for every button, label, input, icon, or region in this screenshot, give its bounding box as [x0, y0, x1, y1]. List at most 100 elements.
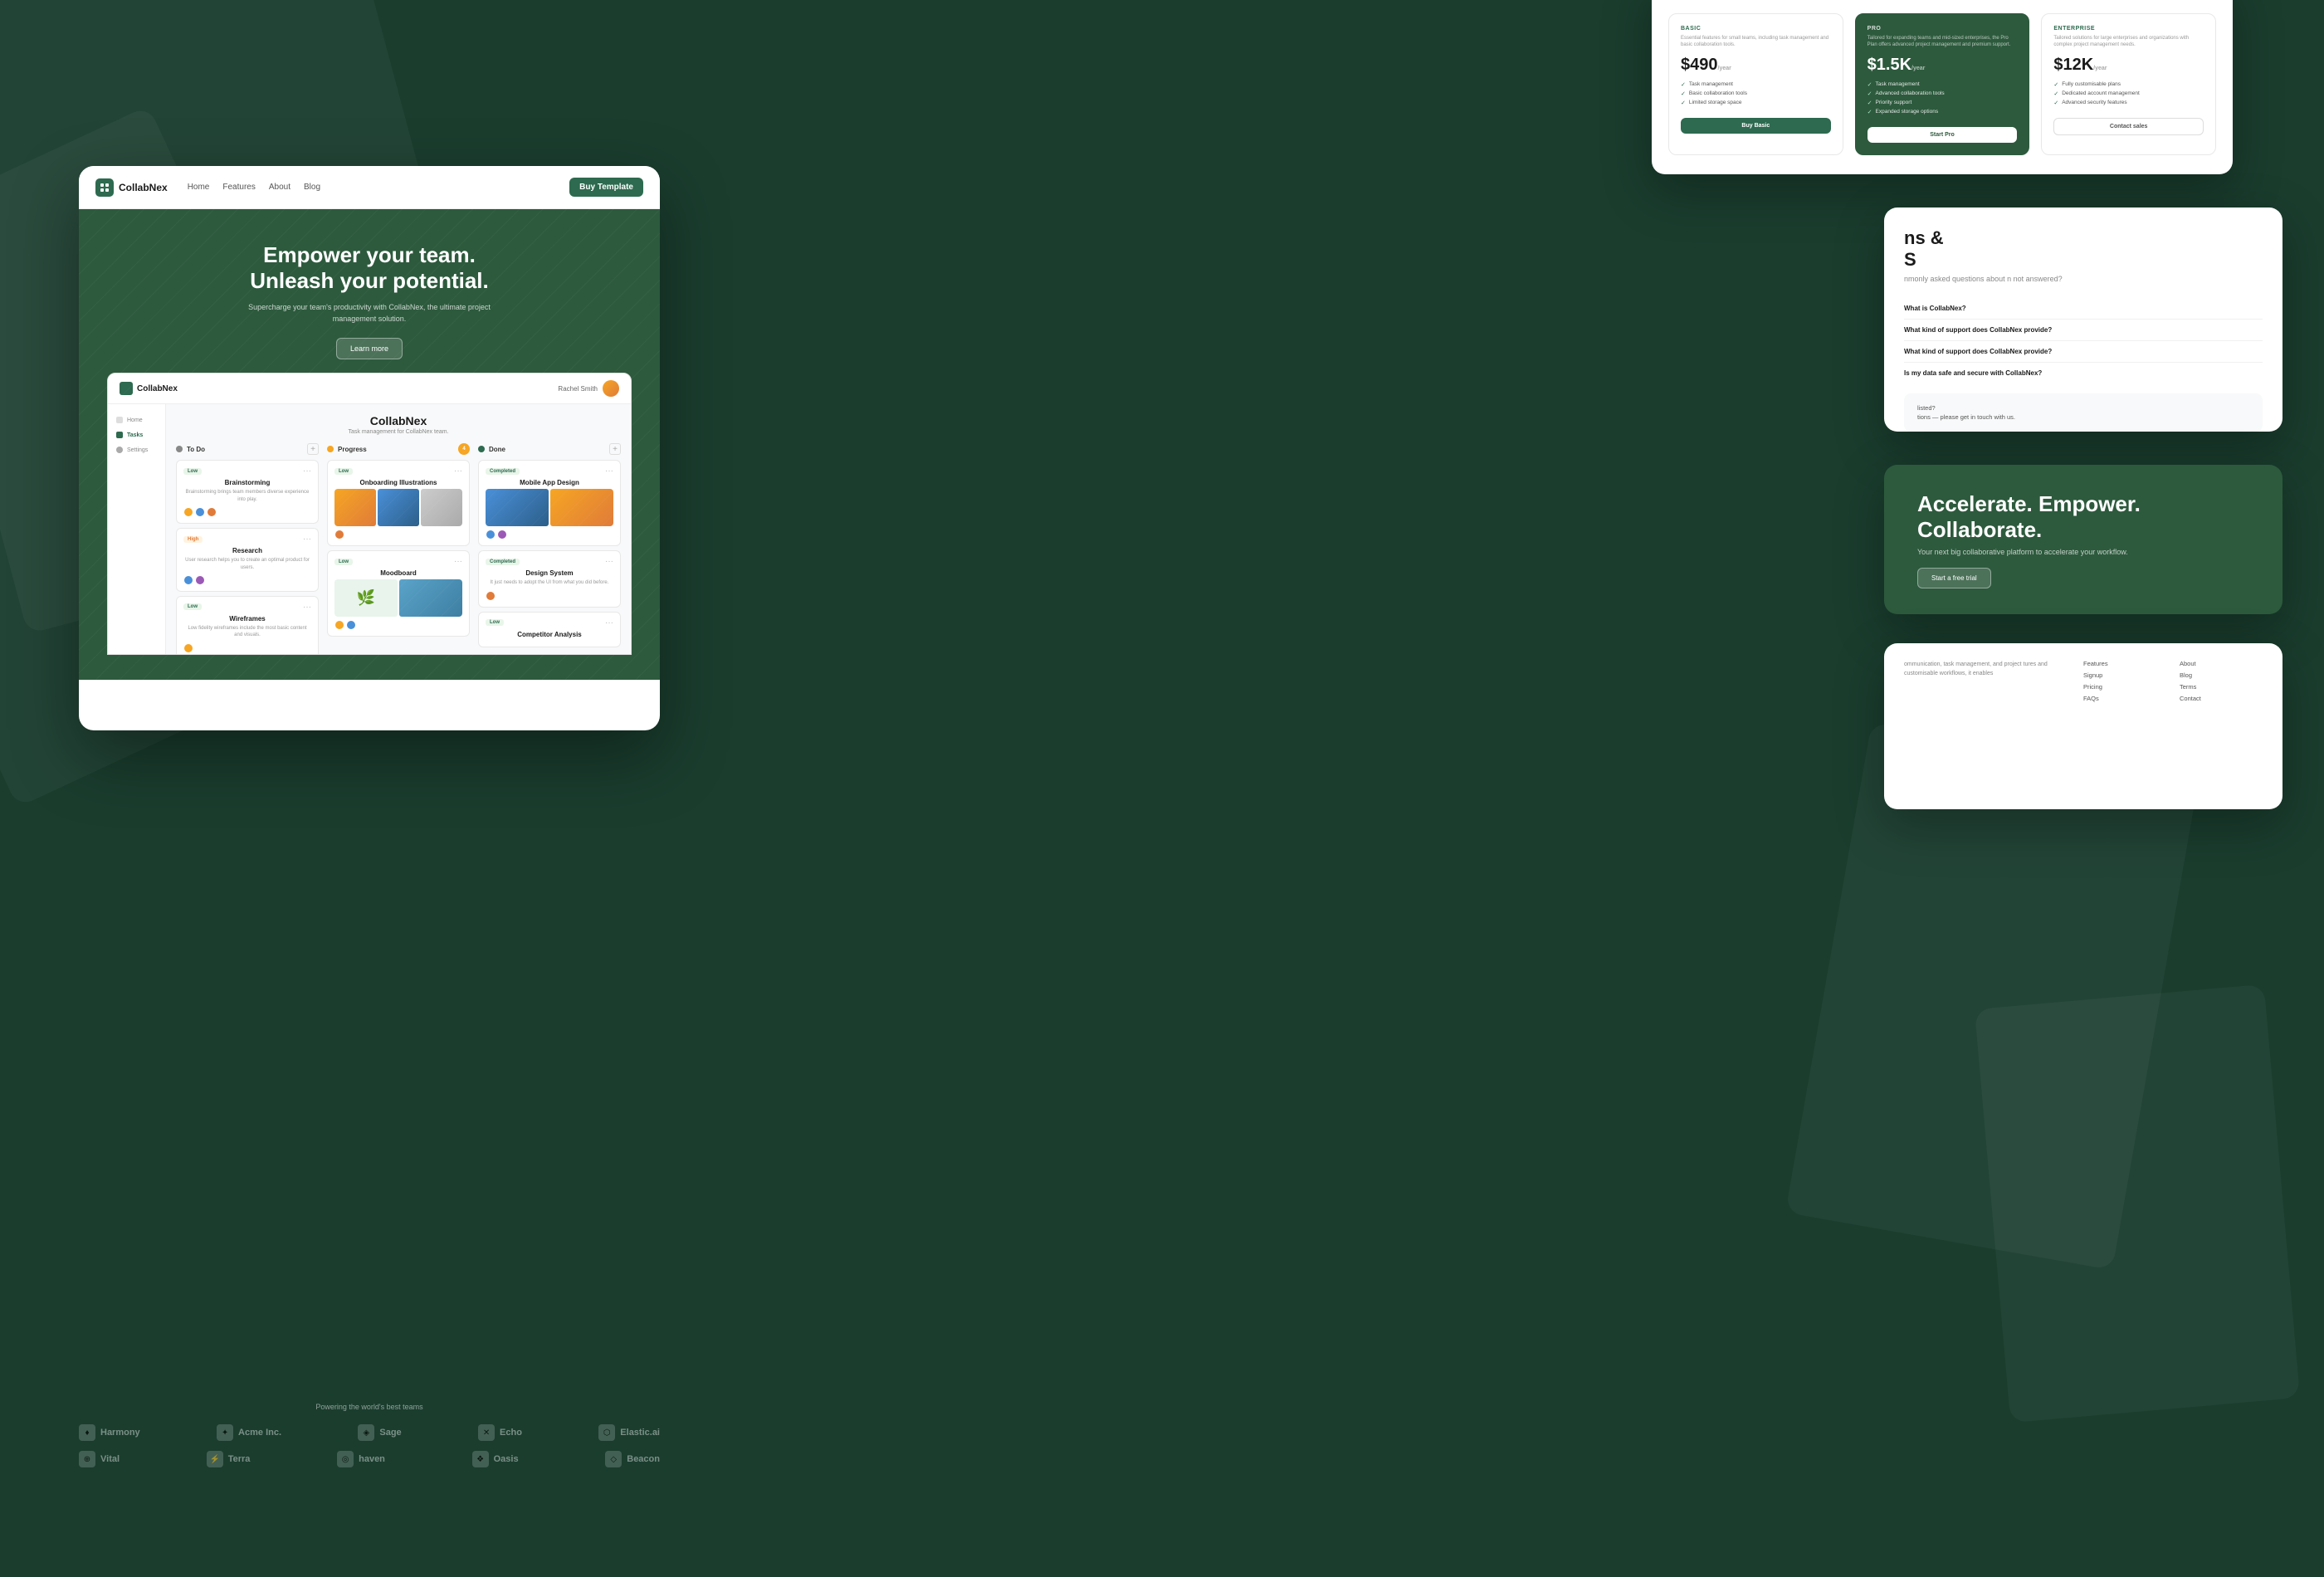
todo-card-3-header: Low ··· — [183, 603, 311, 612]
brand-sage: ◈ Sage — [358, 1424, 401, 1441]
nav-features[interactable]: Features — [222, 183, 255, 192]
todo-card-2-menu[interactable]: ··· — [303, 535, 311, 544]
kanban-board: To Do + Low ··· Brainstorming Brain — [176, 443, 621, 655]
todo-card-3: Low ··· Wireframes Low fidelity wirefram… — [176, 596, 319, 655]
progress-dot — [327, 446, 334, 452]
brand-beacon: ◇ Beacon — [605, 1451, 660, 1467]
footer-terms-link[interactable]: Terms — [2180, 683, 2263, 691]
done-card-2-menu[interactable]: ··· — [605, 557, 613, 566]
plan-enterprise-price: $12K/year — [2053, 56, 2204, 75]
progress-card-1-menu[interactable]: ··· — [454, 466, 462, 476]
progress-card-2-image: 🌿 — [334, 579, 462, 617]
faq-question-2[interactable]: What kind of support does CollabNex prov… — [1904, 326, 2263, 334]
img-part-2 — [399, 579, 462, 617]
plan-pro-label: Pro — [1868, 26, 2018, 32]
learn-more-button[interactable]: Learn more — [336, 338, 403, 359]
progress-card-2-header: Low ··· — [334, 557, 462, 566]
contact-sales-button[interactable]: Contact sales — [2053, 118, 2204, 135]
faq-item-3[interactable]: What kind of support does CollabNex prov… — [1904, 341, 2263, 363]
kanban-done: Done + Completed ··· Mobile App Design — [478, 443, 621, 655]
nav-home[interactable]: Home — [188, 183, 210, 192]
done-add-button[interactable]: + — [609, 443, 621, 455]
plan-pro: Pro Tailored for expanding teams and mid… — [1855, 13, 2030, 155]
img-part-2 — [378, 489, 419, 526]
app-main-content: CollabNex Task management for CollabNex … — [166, 404, 631, 655]
start-pro-button[interactable]: Start Pro — [1868, 127, 2018, 143]
brand-harmony: ♦ Harmony — [79, 1424, 140, 1441]
app-main-title: CollabNex — [176, 414, 621, 427]
sidebar-tasks[interactable]: Tasks — [108, 427, 165, 442]
avatar — [486, 530, 496, 540]
nav-about[interactable]: About — [269, 183, 290, 192]
haven-icon: ◎ — [337, 1451, 354, 1467]
plan-basic: Basic Essential features for small teams… — [1668, 13, 1843, 155]
avatar — [207, 507, 217, 517]
faq-question-4[interactable]: Is my data safe and secure with CollabNe… — [1904, 369, 2263, 377]
todo-card-1-title: Brainstorming — [183, 479, 311, 486]
sidebar-settings-icon — [116, 447, 123, 453]
pricing-card: Annual Monthly Basic Essential features … — [1652, 0, 2233, 174]
footer-columns: ommunication, task management, and proje… — [1904, 660, 2263, 702]
app-user: Rachel Smith — [558, 380, 619, 397]
todo-card-3-menu[interactable]: ··· — [303, 603, 311, 612]
brand-acme: ✦ Acme Inc. — [217, 1424, 281, 1441]
faq-item-2[interactable]: What kind of support does CollabNex prov… — [1904, 320, 2263, 341]
done-card-1-menu[interactable]: ··· — [605, 466, 613, 476]
buy-basic-button[interactable]: Buy Basic — [1681, 118, 1831, 134]
sidebar-settings[interactable]: Settings — [108, 442, 165, 457]
footer-contact-link[interactable]: Contact — [2180, 695, 2263, 702]
done-card-3: Low ··· Competitor Analysis — [478, 612, 621, 647]
vital-icon: ⊕ — [79, 1451, 95, 1467]
plan-pro-desc: Tailored for expanding teams and mid-siz… — [1868, 35, 2018, 49]
plan-basic-features: ✓Task management ✓Basic collaboration to… — [1681, 81, 1831, 106]
user-avatar — [603, 380, 619, 397]
faq-list: What is CollabNex? What kind of support … — [1904, 298, 2263, 383]
brands-label: Powering the world's best teams — [79, 1403, 660, 1411]
progress-card-2: Low ··· Moodboard 🌿 — [327, 550, 470, 637]
sidebar-home[interactable]: Home — [108, 413, 165, 427]
done-card-3-title: Competitor Analysis — [486, 631, 613, 638]
sage-name: Sage — [379, 1428, 401, 1438]
todo-card-1-menu[interactable]: ··· — [303, 466, 311, 476]
footer-features-link[interactable]: Features — [2083, 660, 2166, 667]
faq-item-4[interactable]: Is my data safe and secure with CollabNe… — [1904, 363, 2263, 383]
progress-header: Progress 4 — [327, 443, 470, 455]
footer-pricing-link[interactable]: Pricing — [2083, 683, 2166, 691]
nav-blog[interactable]: Blog — [304, 183, 320, 192]
done-card-3-header: Low ··· — [486, 618, 613, 627]
footer-faqs-link[interactable]: FAQs — [2083, 695, 2166, 702]
elastic-name: Elastic.ai — [620, 1428, 660, 1438]
done-header: Done + — [478, 443, 621, 455]
avatar — [183, 643, 193, 653]
acme-name: Acme Inc. — [238, 1428, 281, 1438]
done-card-1-title: Mobile App Design — [486, 479, 613, 486]
todo-card-3-desc: Low fidelity wireframes include the most… — [183, 625, 311, 639]
img-part-1 — [334, 489, 376, 526]
faq-question-3[interactable]: What kind of support does CollabNex prov… — [1904, 348, 2263, 355]
plan-pro-price: $1.5K/year — [1868, 56, 2018, 75]
footer-about-link[interactable]: About — [2180, 660, 2263, 667]
plan-basic-desc: Essential features for small teams, incl… — [1681, 35, 1831, 49]
todo-card-1-header: Low ··· — [183, 466, 311, 476]
brands-section: Powering the world's best teams ♦ Harmon… — [79, 1403, 660, 1477]
brands-row-2: ⊕ Vital ⚡ Terra ◎ haven ❖ Oasis ◇ Beacon — [79, 1451, 660, 1467]
app-main-subtitle: Task management for CollabNex team. — [176, 429, 621, 435]
brand-echo: ✕ Echo — [478, 1424, 522, 1441]
faq-question-1[interactable]: What is CollabNex? — [1904, 305, 2263, 312]
vital-name: Vital — [100, 1454, 120, 1464]
done-card-2-header: Completed ··· — [486, 557, 613, 566]
footer-links-2: About Blog Terms Contact — [2180, 660, 2263, 702]
faq-item-1[interactable]: What is CollabNex? — [1904, 298, 2263, 320]
brand-elastic: ⬡ Elastic.ai — [598, 1424, 660, 1441]
buy-template-button[interactable]: Buy Template — [569, 178, 643, 197]
progress-card-2-menu[interactable]: ··· — [454, 557, 462, 566]
done-card-3-menu[interactable]: ··· — [605, 618, 613, 627]
hero-subtitle: Supercharge your team's productivity wit… — [245, 302, 494, 325]
todo-add-button[interactable]: + — [307, 443, 319, 455]
todo-card-3-tag: Low — [183, 603, 202, 610]
footer-signup-link[interactable]: Signup — [2083, 671, 2166, 679]
footer-blog-link[interactable]: Blog — [2180, 671, 2263, 679]
start-trial-button[interactable]: Start a free trial — [1917, 568, 1991, 588]
faq-contact-box: listed?tions — please get in touch with … — [1904, 393, 2263, 432]
done-card-2: Completed ··· Design System It just need… — [478, 550, 621, 607]
